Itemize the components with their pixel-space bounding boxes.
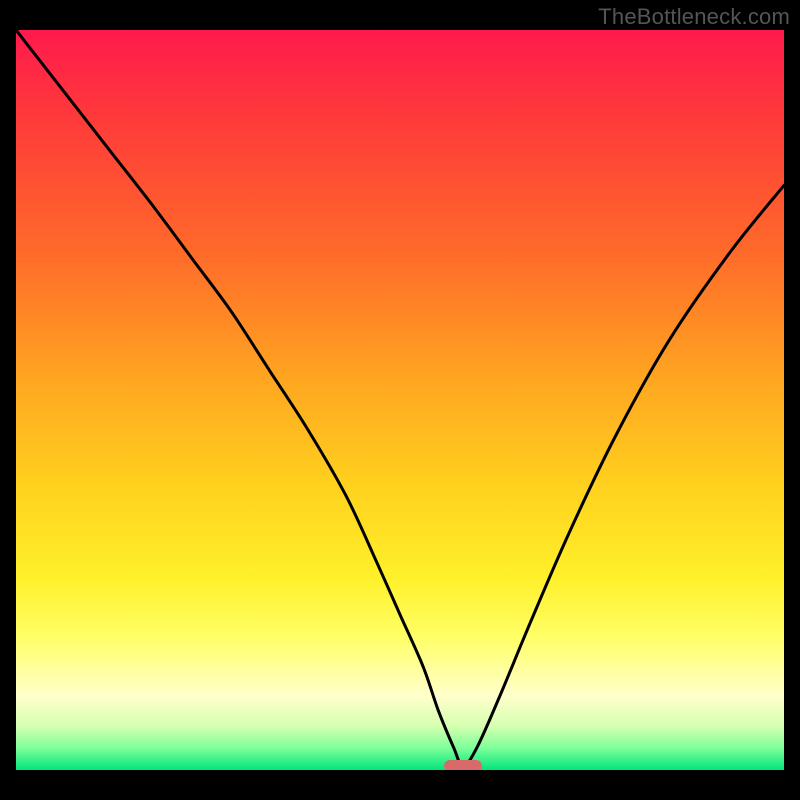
bottleneck-curve <box>16 30 784 770</box>
optimal-marker <box>444 760 482 770</box>
chart-frame: TheBottleneck.com <box>0 0 800 800</box>
plot-area <box>16 30 784 770</box>
watermark-label: TheBottleneck.com <box>598 4 790 30</box>
